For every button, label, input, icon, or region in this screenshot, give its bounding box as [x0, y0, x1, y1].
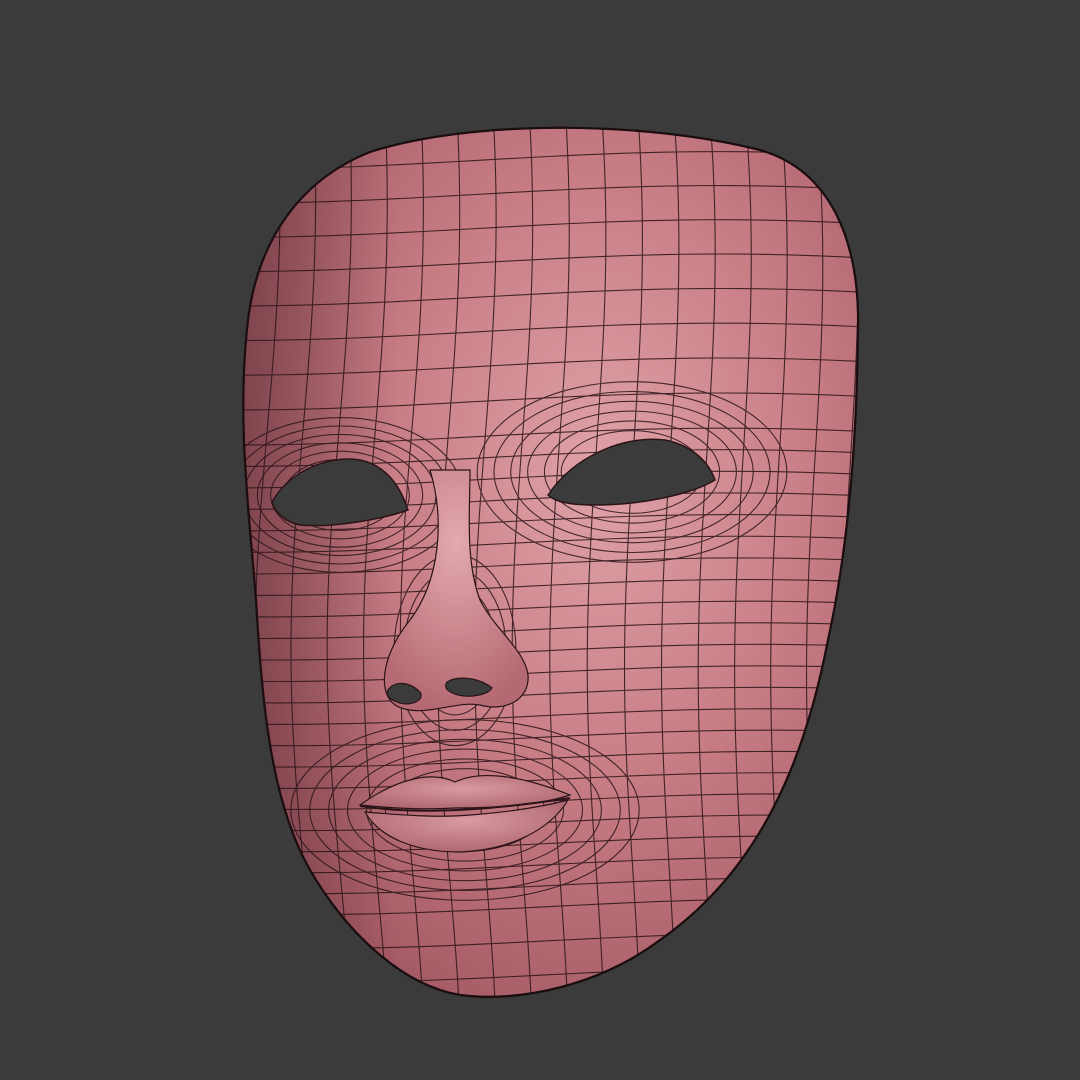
- mask-render: [184, 115, 893, 1008]
- wire-line: [243, 127, 247, 997]
- viewport-3d[interactable]: [0, 0, 1080, 1080]
- wire-line: [184, 127, 211, 1008]
- wire-line: [877, 115, 893, 996]
